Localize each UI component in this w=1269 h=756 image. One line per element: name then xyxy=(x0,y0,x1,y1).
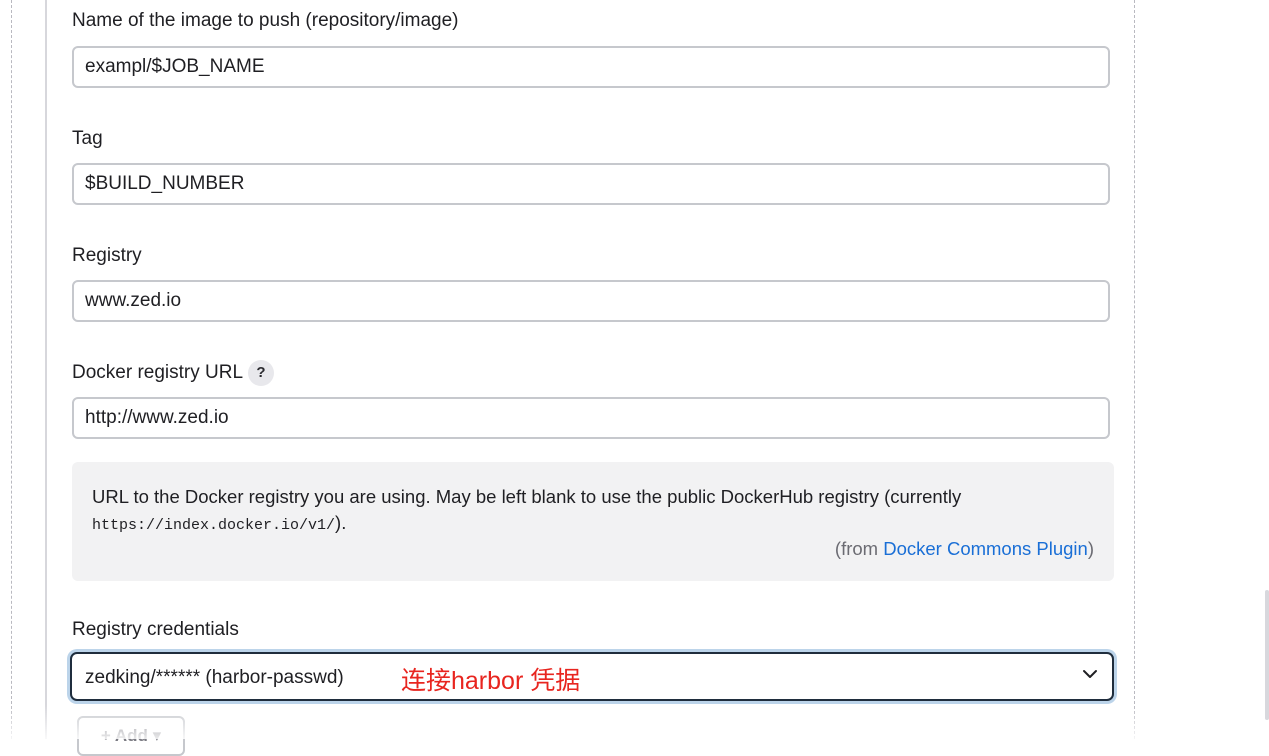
registry-credentials-label: Registry credentials xyxy=(72,619,239,640)
registry-credentials-select[interactable]: zedking/****** (harbor-passwd) 连接harbor … xyxy=(70,652,1114,701)
help-from-prefix: (from xyxy=(834,538,884,559)
image-name-label: Name of the image to push (repository/im… xyxy=(72,10,459,31)
chevron-down-icon xyxy=(1083,670,1097,678)
help-text: URL to the Docker registry you are using… xyxy=(92,484,1092,539)
tag-label: Tag xyxy=(72,128,103,149)
registry-credentials-value: zedking/****** (harbor-passwd) xyxy=(85,667,344,688)
annotation-text: 连接harbor 凭据 xyxy=(401,667,581,695)
bottom-fade xyxy=(0,705,1269,739)
outer-section-border-left xyxy=(11,0,12,739)
tag-input[interactable] xyxy=(72,163,1110,205)
add-credentials-button[interactable]: + Add ▾ xyxy=(77,716,185,756)
registry-label: Registry xyxy=(72,245,142,266)
scrollbar[interactable] xyxy=(1265,590,1269,720)
help-source: (from Docker Commons Plugin) xyxy=(835,538,1094,560)
help-text-before: URL to the Docker registry you are using… xyxy=(92,486,962,507)
image-name-input[interactable] xyxy=(72,46,1110,88)
help-from-suffix: ) xyxy=(1087,538,1094,559)
registry-input[interactable] xyxy=(72,280,1110,322)
docker-registry-url-help: URL to the Docker registry you are using… xyxy=(72,462,1114,581)
inner-section-border xyxy=(45,0,47,739)
docker-commons-plugin-link[interactable]: Docker Commons Plugin xyxy=(883,538,1088,559)
outer-section-border-right xyxy=(1134,0,1135,739)
docker-registry-url-input[interactable] xyxy=(72,397,1110,439)
docker-registry-url-label: Docker registry URL xyxy=(72,362,244,383)
help-icon[interactable]: ? xyxy=(248,360,274,386)
help-code-url: https://index.docker.io/v1/ xyxy=(92,517,336,534)
help-text-after: ). xyxy=(335,512,347,533)
